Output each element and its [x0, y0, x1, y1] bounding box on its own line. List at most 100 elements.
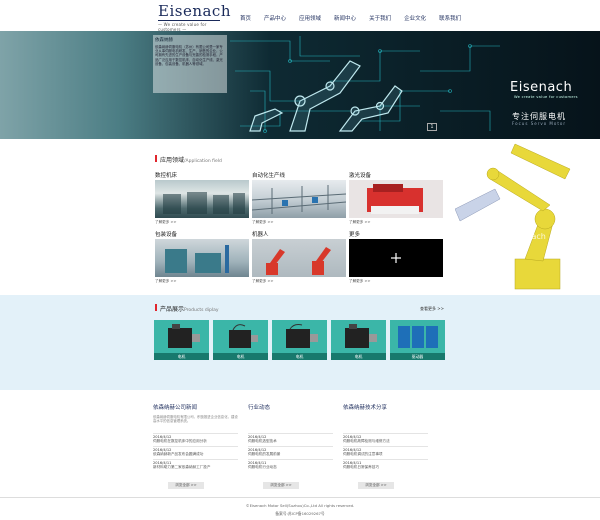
- news-column-title[interactable]: 依森纳赫公司新闻: [153, 403, 238, 411]
- driver-image: [398, 326, 438, 348]
- app-item-cnc[interactable]: 数控机床 了解更多 >>: [155, 171, 249, 225]
- news-title: 伺服电机选型技术: [248, 439, 277, 443]
- app-item-production-line[interactable]: 自动化生产线 了解更多 >>: [252, 171, 346, 225]
- app-item-label: 更多: [349, 232, 361, 238]
- packaging-image: [155, 239, 249, 277]
- news-column-tech: 依森纳赫技术分享 2016/4/12 伺服电机故障检测与维修方法 2016/4/…: [343, 403, 428, 490]
- icp-record[interactable]: 备案号:苏ICP备16029267号: [0, 511, 600, 517]
- nav-news[interactable]: 新闻中心: [334, 14, 356, 22]
- nav-home[interactable]: 首页: [240, 14, 251, 22]
- page: Eisenach — We create value for customers…: [0, 0, 600, 520]
- learn-more-link[interactable]: 了解更多 >>: [252, 279, 346, 284]
- slide-pager[interactable]: 1: [427, 123, 437, 131]
- news-column-title[interactable]: 依森纳赫技术分享: [343, 403, 428, 411]
- learn-more-link[interactable]: 了解更多 >>: [252, 220, 346, 225]
- news-column-industry: 行业动态 2016/4/12 伺服电机选型技术 2016/4/12 伺服电机的发…: [248, 403, 333, 490]
- learn-more-link[interactable]: 了解更多 >>: [155, 279, 249, 284]
- logo[interactable]: Eisenach — We create value for customers…: [158, 3, 231, 32]
- app-item-label: 数控机床: [155, 173, 178, 179]
- hero-banner: 依森纳赫 依森纳赫伺服电机（苏州）有限公司是一家专业从事伺服电机研发、生产、销售…: [0, 31, 600, 139]
- learn-more-link[interactable]: 了解更多 >>: [155, 220, 249, 225]
- logo-text: Eisenach: [158, 2, 231, 20]
- site-footer: ©Eisenach Motor Sell(Suzhou)Co.,Ltd All …: [0, 497, 600, 520]
- products-subtitle: Products diplay: [184, 308, 219, 313]
- svg-text:Eisenach: Eisenach: [510, 232, 546, 241]
- app-item-label: 机器人: [252, 232, 269, 238]
- products-title: 产品展示: [160, 306, 185, 313]
- motor-image: [345, 324, 377, 348]
- nav-about[interactable]: 关于我们: [369, 14, 391, 22]
- news-column-company: 依森纳赫公司新闻 依森纳赫伺服电机有限公司，积极推进企业信息化，建设高水平的信息…: [153, 403, 238, 490]
- applications-title: 应用领域: [160, 157, 185, 164]
- heading-accent-bar: [155, 155, 157, 162]
- product-card[interactable]: 电机: [213, 320, 268, 360]
- browse-all-button[interactable]: 浏览全部 >>: [358, 482, 394, 489]
- applications-heading: 应用领域 /Application field: [155, 155, 222, 164]
- learn-more-link[interactable]: 了解更多 >>: [349, 220, 443, 225]
- news-title: 伺服电机行业动态: [248, 465, 277, 469]
- products-more-link[interactable]: 查看更多 >>: [420, 306, 444, 312]
- app-item-label: 激光设备: [349, 173, 372, 179]
- news-item[interactable]: 2016/4/12 伺服电机故障检测与维修方法: [343, 433, 428, 445]
- product-caption: 驱动器: [390, 353, 445, 360]
- news-item[interactable]: 2016/4/11 伺服电机行业动态: [248, 459, 333, 471]
- main-nav: 首页 产品中心 应用领域 新闻中心 关于我们 企业文化 联系我们: [240, 14, 474, 22]
- more-tile: [349, 239, 443, 277]
- nav-products[interactable]: 产品中心: [264, 14, 286, 22]
- news-item[interactable]: 2016/4/12 伺服电机调试的注意事项: [343, 446, 428, 458]
- products-heading: 产品展示 Products diplay: [155, 304, 219, 313]
- banner-brand: Eisenach: [510, 80, 573, 95]
- news-title: 伺服电机故障检测与维修方法: [343, 439, 390, 443]
- product-caption: 电机: [272, 353, 327, 360]
- learn-more-link[interactable]: 了解更多 >>: [349, 279, 443, 284]
- laser-image: [349, 180, 443, 218]
- news-title: 依森纳赫新产品发布会圆满成功: [153, 452, 204, 456]
- browse-all-button[interactable]: 浏览全部 >>: [168, 482, 204, 489]
- motor-image: [286, 324, 318, 348]
- news-column-intro: [248, 415, 333, 432]
- app-item-label: 自动化生产线: [252, 173, 286, 179]
- applications-subtitle: /Application field: [184, 159, 222, 164]
- app-item-label: 包装设备: [155, 232, 178, 238]
- banner-slogan-en: Focus Servo Motor: [512, 121, 566, 126]
- app-item-packaging[interactable]: 包装设备 了解更多 >>: [155, 230, 249, 284]
- browse-all-button[interactable]: 浏览全部 >>: [263, 482, 299, 489]
- banner-intro-box: 依森纳赫 依森纳赫伺服电机（苏州）有限公司是一家专业从事伺服电机研发、生产、销售…: [153, 35, 227, 93]
- robot-arm-illustration: Eisenach: [455, 143, 571, 290]
- app-item-robot[interactable]: 机器人 了解更多 >>: [252, 230, 346, 284]
- product-caption: 电机: [213, 353, 268, 360]
- motor-image: [168, 324, 200, 348]
- news-section: 依森纳赫公司新闻 依森纳赫伺服电机有限公司，积极推进企业信息化，建设高水平的信息…: [0, 390, 600, 497]
- product-card[interactable]: 驱动器: [390, 320, 445, 360]
- copyright: ©Eisenach Motor Sell(Suzhou)Co.,Ltd All …: [245, 503, 355, 508]
- product-card[interactable]: 电机: [272, 320, 327, 360]
- news-title: 伺服电机日常保养技巧: [343, 465, 379, 469]
- news-item[interactable]: 2016/4/11 新材料助力第二家依森纳赫工厂投产: [153, 459, 238, 471]
- news-item[interactable]: 2016/4/12 依森纳赫新产品发布会圆满成功: [153, 446, 238, 458]
- news-column-intro: [343, 415, 428, 432]
- cnc-image: [155, 180, 249, 218]
- news-item[interactable]: 2016/4/12 伺服电机在数控机床中的应用分析: [153, 433, 238, 445]
- nav-contact[interactable]: 联系我们: [439, 14, 461, 22]
- product-card[interactable]: 电机: [331, 320, 386, 360]
- applications-section: Eisenach 应用领域 /Application field 数控机床 了解…: [0, 139, 600, 295]
- nav-applications[interactable]: 应用领域: [299, 14, 321, 22]
- heading-accent-bar: [155, 304, 157, 311]
- production-line-image: [252, 180, 346, 218]
- app-item-laser[interactable]: 激光设备 了解更多 >>: [349, 171, 443, 225]
- news-column-intro: 依森纳赫伺服电机有限公司，积极推进企业信息化，建设高水平的信息管理系统。: [153, 415, 238, 424]
- products-section: 产品展示 Products diplay 查看更多 >> 电机 电机 电机 电机…: [0, 295, 600, 390]
- site-header: Eisenach — We create value for customers…: [0, 0, 600, 32]
- product-caption: 电机: [331, 353, 386, 360]
- news-item[interactable]: 2016/4/12 伺服电机选型技术: [248, 433, 333, 445]
- news-column-title[interactable]: 行业动态: [248, 403, 333, 411]
- news-title: 伺服电机调试的注意事项: [343, 452, 383, 456]
- news-title: 新材料助力第二家依森纳赫工厂投产: [153, 465, 211, 469]
- nav-culture[interactable]: 企业文化: [404, 14, 426, 22]
- app-item-more[interactable]: 更多 了解更多 >>: [349, 230, 443, 284]
- product-card[interactable]: 电机: [154, 320, 209, 360]
- intro-text: 依森纳赫伺服电机（苏州）有限公司是一家专业从事伺服电机研发、生产、销售的企业，公…: [155, 45, 223, 66]
- news-item[interactable]: 2016/4/11 伺服电机日常保养技巧: [343, 459, 428, 471]
- product-caption: 电机: [154, 353, 209, 360]
- news-item[interactable]: 2016/4/12 伺服电机的发展前景: [248, 446, 333, 458]
